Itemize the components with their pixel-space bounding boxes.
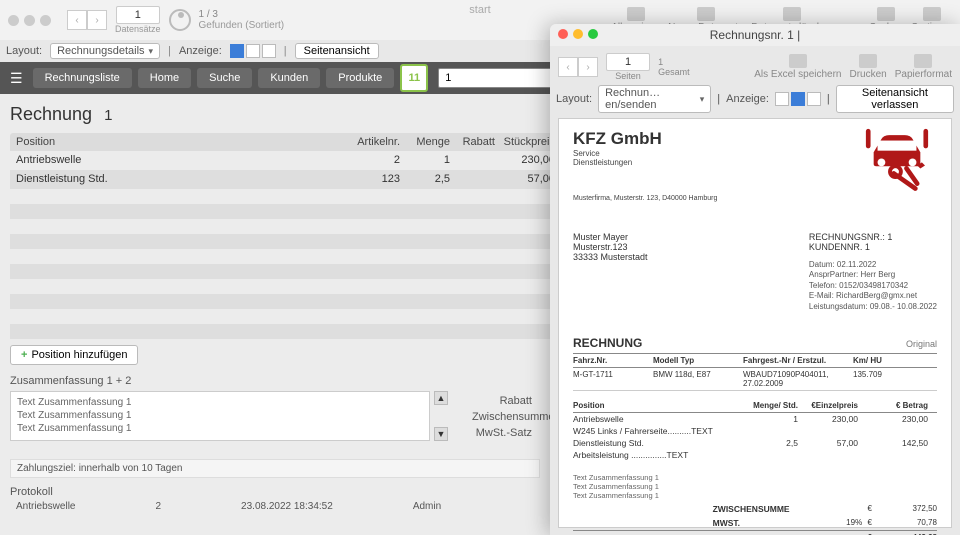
- inv-view-icons[interactable]: [775, 92, 821, 106]
- vehicle-row: M-GT-1711BMW 118d, E87 WBAUD71090P404011…: [573, 368, 937, 391]
- sum-row: ENDSUMME€443,28: [573, 530, 937, 535]
- paper-format-button[interactable]: Papierformat: [895, 54, 952, 80]
- invoice-window: Rechnungsnr. 1 | ‹› 1 Seiten 1 Gesamt Al…: [550, 24, 960, 535]
- add-position-button[interactable]: +Position hinzufügen: [10, 345, 138, 365]
- col-artikelnr: Artikelnr.: [340, 136, 400, 148]
- position-row: Arbeitsleistung ...............TEXT: [573, 449, 937, 461]
- tab-produkte[interactable]: Produkte: [326, 68, 394, 88]
- position-row: Antriebswelle1230,00230,00: [573, 413, 937, 425]
- invoice-document: KFZ GmbH Service Dienstleistungen Muster…: [558, 118, 952, 528]
- next-record-button[interactable]: ›: [87, 10, 107, 30]
- col-position: Position: [10, 136, 340, 148]
- sender-line: Musterfirma, Musterstr. 123, D40000 Hamb…: [573, 195, 937, 202]
- summary-labels: Rabatt Zwischensumme MwSt.-Satz: [472, 395, 532, 443]
- view-mode-icons[interactable]: [230, 44, 276, 58]
- sum-row: MWST.19%€70,78: [573, 516, 937, 530]
- positions-header: PositionMenge/ Std.€Einzelpreis€ Betrag: [573, 399, 937, 413]
- records-label: Datensätze: [115, 24, 161, 34]
- sum-row: ZWISCHENSUMME€372,50: [573, 502, 937, 516]
- tab-kunden[interactable]: Kunden: [258, 68, 320, 88]
- col-stueckpreis: Stückpreis: [495, 136, 555, 148]
- record-nav[interactable]: ‹›: [67, 10, 107, 30]
- vehicle-header: Fahrz.Nr.Modell TypFahrgest.-Nr / Erstzu…: [573, 353, 937, 368]
- record-number[interactable]: 1: [116, 6, 160, 24]
- seiten-label: Seiten: [615, 71, 641, 81]
- window-controls[interactable]: [8, 15, 51, 26]
- col-rabatt: Rabatt: [450, 136, 495, 148]
- invoice-no: RECHNUNGSNR.: 1: [809, 232, 937, 242]
- original-label: Original: [906, 339, 937, 349]
- menu-icon[interactable]: ☰: [6, 70, 27, 87]
- invoice-titlebar: Rechnungsnr. 1 |: [550, 24, 960, 46]
- exit-preview-button[interactable]: Seitenansicht verlassen: [836, 85, 954, 113]
- customer-address: Muster Mayer Musterstr.123 33333 Musters…: [573, 232, 648, 312]
- layout-select[interactable]: Rechnungsdetails: [50, 43, 160, 59]
- car-service-icon: [857, 125, 937, 195]
- calendar-icon[interactable]: 11: [400, 64, 428, 92]
- window-title: start: [469, 4, 490, 16]
- rechnung-heading: RECHNUNG: [573, 336, 642, 350]
- pie-indicator-icon: [169, 9, 191, 31]
- col-menge: Menge: [400, 136, 450, 148]
- prev-record-button[interactable]: ‹: [67, 10, 87, 30]
- position-row: W245 Links / Fahrerseite..........TEXT: [573, 425, 937, 437]
- position-row: Dienstleistung Std.2,557,00142,50: [573, 437, 937, 449]
- customer-no: KUNDENNR. 1: [809, 242, 937, 252]
- print-button[interactable]: Drucken: [850, 54, 887, 80]
- record-count: 1 / 3: [199, 9, 285, 20]
- inv-layout-select[interactable]: Rechnun…en/senden: [598, 85, 711, 113]
- page-nav[interactable]: ‹›: [558, 57, 598, 77]
- save-excel-button[interactable]: Als Excel speichern: [754, 54, 841, 80]
- invoice-toolbar: ‹› 1 Seiten 1 Gesamt Als Excel speichern…: [550, 46, 960, 88]
- invoice-meta: Datum: 02.11.2022 AnsprPartner: Herr Ber…: [809, 260, 937, 312]
- window-controls[interactable]: [558, 29, 598, 39]
- preview-button[interactable]: Seitenansicht: [295, 43, 379, 59]
- tab-suche[interactable]: Suche: [197, 68, 252, 88]
- invoice-layout-bar: Layout: Rechnun…en/senden | Anzeige: | S…: [550, 88, 960, 110]
- view-label: Anzeige:: [179, 45, 222, 57]
- tab-rechnungsliste[interactable]: Rechnungsliste: [33, 68, 132, 88]
- payment-terms: Zahlungsziel: innerhalb von 10 Tagen: [10, 459, 540, 478]
- scroll-up-icon[interactable]: ▲: [434, 391, 448, 405]
- scroll-down-icon[interactable]: ▼: [434, 427, 448, 441]
- summary-textarea[interactable]: Text Zusammenfassung 1 Text Zusammenfass…: [10, 391, 430, 441]
- found-label: Gefunden (Sortiert): [199, 20, 285, 31]
- tab-home[interactable]: Home: [138, 68, 191, 88]
- page-current[interactable]: 1: [606, 53, 650, 71]
- layout-label: Layout:: [6, 45, 42, 57]
- page-title: Rechnung1: [10, 104, 112, 125]
